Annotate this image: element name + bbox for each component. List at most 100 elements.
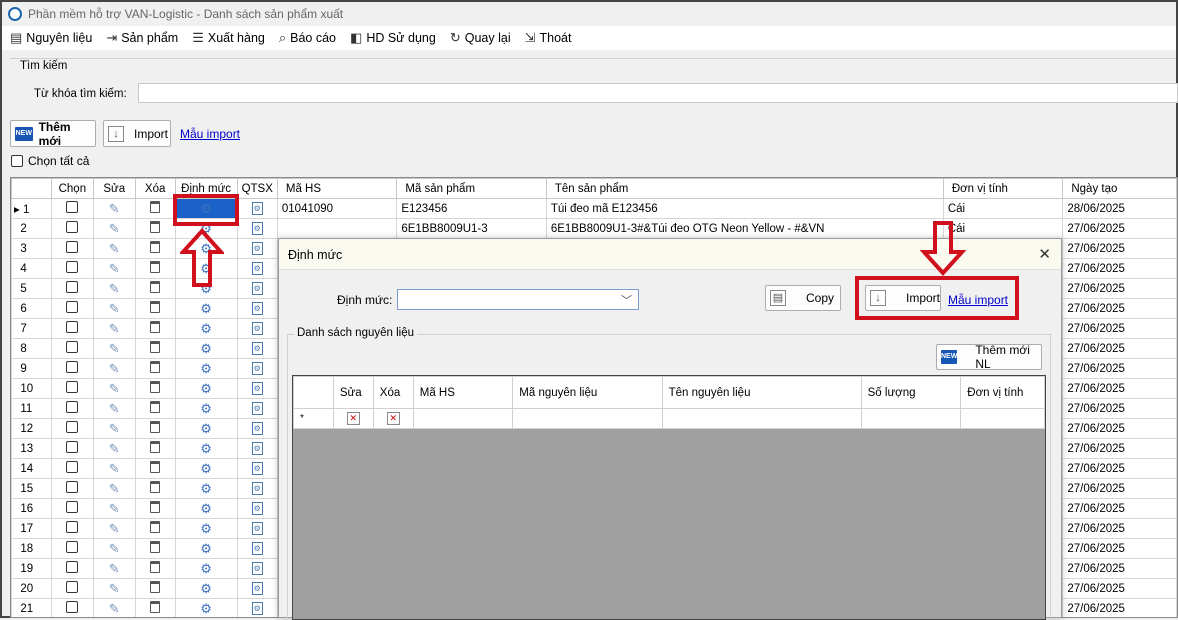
trash-icon[interactable] (150, 281, 161, 293)
delete-cell[interactable] (134, 498, 176, 519)
dinh-muc-gear-icon[interactable]: ⚙ (200, 421, 212, 436)
column-header[interactable]: QTSX (236, 178, 278, 199)
menu-item-4[interactable]: ◧ HD Sử dụng (350, 30, 436, 46)
menu-item-6[interactable]: ⇲ Thoát (525, 30, 572, 46)
dinh-muc-gear-icon[interactable]: ⚙ (200, 501, 212, 516)
qtsx-cell[interactable]: ⚙ (236, 298, 278, 319)
select-cell[interactable] (50, 258, 94, 279)
select-all[interactable]: Chọn tất cả (11, 154, 89, 168)
column-header[interactable]: Mã sản phẩm (396, 178, 547, 199)
delete-cell[interactable]: ✕ (372, 408, 414, 429)
edit-cell[interactable]: ✎ (92, 438, 136, 459)
select-cell[interactable] (50, 518, 94, 539)
row-checkbox[interactable] (66, 361, 79, 373)
row-checkbox[interactable] (66, 501, 79, 513)
row-checkbox[interactable] (66, 221, 79, 233)
trash-icon[interactable] (150, 361, 161, 373)
trash-icon[interactable] (150, 501, 161, 513)
delete-cell[interactable] (134, 378, 176, 399)
qtsx-icon[interactable]: ⚙ (251, 462, 263, 475)
select-cell[interactable] (50, 398, 94, 419)
trash-icon[interactable] (150, 521, 161, 533)
edit-cell[interactable]: ✎ (92, 578, 136, 599)
row-checkbox[interactable] (66, 421, 79, 433)
qtsx-cell[interactable]: ⚙ (236, 418, 278, 439)
pencil-icon[interactable]: ✎ (109, 301, 120, 316)
dinh-muc-gear-icon[interactable]: ⚙ (200, 481, 212, 496)
dinh-muc-cell[interactable]: ⚙ (174, 458, 238, 479)
trash-icon[interactable] (150, 201, 161, 213)
qtsx-cell[interactable]: ⚙ (236, 338, 278, 359)
menu-item-1[interactable]: ⇥ Sản phẩm (106, 30, 178, 46)
material-code-cell[interactable] (512, 408, 663, 429)
dinh-muc-gear-icon[interactable]: ⚙ (200, 441, 212, 456)
row-checkbox[interactable] (66, 541, 79, 553)
select-cell[interactable] (50, 498, 94, 519)
qtsx-icon[interactable]: ⚙ (251, 582, 263, 595)
pencil-icon[interactable]: ✎ (109, 241, 120, 256)
trash-icon[interactable] (150, 301, 161, 313)
pencil-icon[interactable]: ✎ (109, 401, 120, 416)
trash-icon[interactable] (150, 421, 161, 433)
delete-cell[interactable] (134, 278, 176, 299)
select-cell[interactable] (50, 538, 94, 559)
qtsx-icon[interactable]: ⚙ (251, 602, 263, 615)
delete-cell[interactable] (134, 518, 176, 539)
trash-icon[interactable] (150, 601, 161, 613)
menu-item-0[interactable]: ▤ Nguyên liệu (10, 30, 92, 46)
delete-cell[interactable] (134, 578, 176, 599)
column-header[interactable]: Tên sản phẩm (545, 178, 944, 199)
delete-cell[interactable] (134, 458, 176, 479)
pencil-icon[interactable]: ✎ (109, 381, 120, 396)
pencil-icon[interactable]: ✎ (109, 441, 120, 456)
material-column-header[interactable]: Xóa (372, 376, 414, 409)
qtsx-icon[interactable]: ⚙ (251, 422, 263, 435)
edit-cell[interactable]: ✎ (92, 538, 136, 559)
qtsx-cell[interactable]: ⚙ (236, 598, 278, 617)
qtsx-icon[interactable]: ⚙ (251, 522, 263, 535)
select-cell[interactable] (50, 198, 94, 219)
trash-icon[interactable] (150, 381, 161, 393)
qtsx-icon[interactable]: ⚙ (251, 242, 263, 255)
pencil-icon[interactable]: ✎ (109, 321, 120, 336)
edit-cell[interactable]: ✎ (92, 418, 136, 439)
menu-item-5[interactable]: ↻ Quay lại (450, 30, 511, 46)
delete-cell[interactable] (134, 418, 176, 439)
select-cell[interactable] (50, 438, 94, 459)
delete-cell[interactable] (134, 358, 176, 379)
edit-cell[interactable]: ✎ (92, 518, 136, 539)
pencil-icon[interactable]: ✎ (109, 281, 120, 296)
qtsx-icon[interactable]: ⚙ (251, 482, 263, 495)
material-column-header[interactable]: Mã HS (412, 376, 514, 409)
dinh-muc-cell[interactable]: ⚙ (174, 478, 238, 499)
trash-icon[interactable] (150, 461, 161, 473)
qtsx-icon[interactable]: ⚙ (251, 542, 263, 555)
column-header[interactable]: Sửa (92, 178, 136, 199)
delete-cell[interactable] (134, 338, 176, 359)
edit-cell[interactable]: ✎ (92, 238, 136, 259)
qtsx-icon[interactable]: ⚙ (251, 442, 263, 455)
edit-cell[interactable]: ✎ (92, 458, 136, 479)
qtsx-cell[interactable]: ⚙ (236, 498, 278, 519)
pencil-icon[interactable]: ✎ (109, 221, 120, 236)
column-header[interactable]: Ngày tạo (1062, 178, 1177, 199)
trash-icon[interactable] (150, 401, 161, 413)
trash-icon[interactable] (150, 341, 161, 353)
select-cell[interactable] (50, 338, 94, 359)
delete-cell[interactable] (134, 598, 176, 617)
dinh-muc-cell[interactable]: ⚙ (174, 338, 238, 359)
qtsx-cell[interactable]: ⚙ (236, 458, 278, 479)
dinh-muc-cell[interactable]: ⚙ (174, 498, 238, 519)
row-checkbox[interactable] (66, 401, 79, 413)
trash-icon[interactable] (150, 221, 161, 233)
select-cell[interactable] (50, 358, 94, 379)
qtsx-cell[interactable]: ⚙ (236, 438, 278, 459)
trash-icon[interactable] (150, 321, 161, 333)
qtsx-icon[interactable]: ⚙ (251, 282, 263, 295)
row-checkbox[interactable] (66, 561, 79, 573)
select-cell[interactable] (50, 418, 94, 439)
row-checkbox[interactable] (66, 201, 79, 213)
edit-cell[interactable]: ✎ (92, 318, 136, 339)
add-material-button[interactable]: NEW Thêm mới NL (936, 343, 1042, 371)
trash-icon[interactable] (150, 241, 161, 253)
